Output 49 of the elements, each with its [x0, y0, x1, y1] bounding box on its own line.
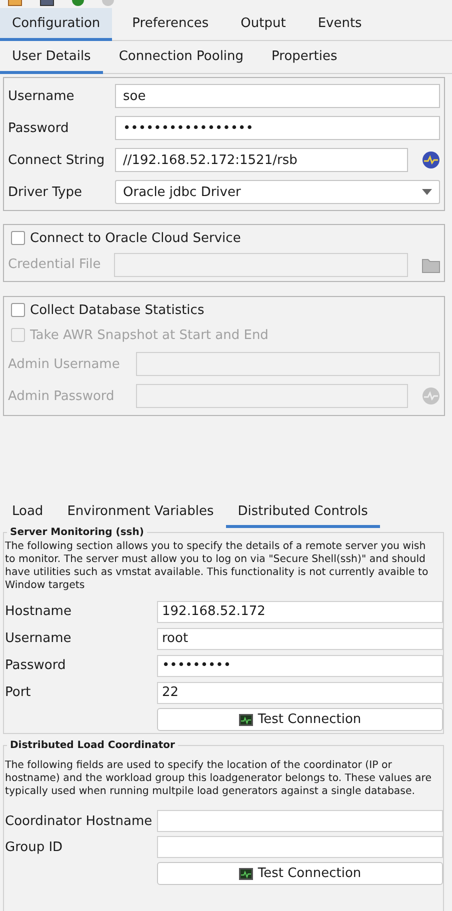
field-label: Password: [5, 658, 67, 673]
tab[interactable]: Configuration: [0, 8, 112, 41]
input-field[interactable]: •••••••••: [157, 654, 443, 676]
input-field[interactable]: •••••••••••••••••: [115, 116, 440, 140]
input-field[interactable]: 22: [157, 682, 443, 704]
input-field[interactable]: 192.168.52.172: [157, 600, 443, 622]
tab[interactable]: Properties: [260, 41, 350, 74]
field-label: Username: [8, 88, 76, 104]
tab[interactable]: Events: [306, 8, 374, 41]
checkbox-label: Connect to Oracle Cloud Service: [30, 230, 241, 246]
checkbox-label: Take AWR Snapshot at Start and End: [30, 328, 268, 342]
field-label: Credential File: [8, 257, 102, 272]
checkbox[interactable]: [11, 303, 25, 317]
field-label: Admin Password: [8, 388, 116, 404]
field-label: Hostname: [5, 604, 72, 619]
section-title: Distributed Load Coordinator: [9, 740, 176, 751]
section-title: Server Monitoring (ssh): [9, 527, 145, 538]
test-connection-button[interactable]: Test Connection: [157, 862, 443, 885]
field-label: Username: [5, 631, 72, 646]
monitor-icon: [238, 868, 253, 880]
field-label: Connect String: [8, 152, 106, 168]
description-text: The following section allows you to specify the details of a remote server you wish to monitor. The server must allow you to log on via "Secure Shell(ssh)" and should have utilities such as vmstat available. This functionality is not currently avaible to Window targets: [5, 540, 430, 592]
tab[interactable]: User Details: [0, 41, 103, 74]
input-field[interactable]: soe: [115, 84, 440, 108]
tab[interactable]: Output: [228, 8, 298, 41]
test-connection-button[interactable]: Test Connection: [157, 708, 443, 731]
folder-icon[interactable]: [422, 256, 440, 272]
pulse-icon[interactable]: [422, 151, 440, 169]
checkbox-label: Collect Database Statistics: [30, 302, 204, 318]
tab[interactable]: Load: [0, 497, 56, 528]
description-text: The following fields are used to specify the location of the coordinator (IP or hostname) and the workload group this loadgenerator belongs to. These values are typically used when running multpile load generators against a single database.: [5, 759, 432, 798]
input-field[interactable]: [157, 810, 443, 832]
field-label: Coordinator Hostname: [5, 814, 154, 828]
field-label: Password: [8, 120, 70, 136]
field-label: Port: [5, 685, 32, 700]
monitor-icon: [238, 714, 253, 726]
caret-icon: [422, 189, 432, 195]
tab[interactable]: Environment Variables: [55, 497, 226, 528]
driver-dropdown[interactable]: Oracle jdbc Driver: [115, 180, 440, 204]
tab[interactable]: Preferences: [120, 8, 221, 41]
field-label: Admin Username: [8, 356, 121, 372]
input-field[interactable]: //192.168.52.172:1521/rsb: [115, 148, 408, 172]
input-field[interactable]: root: [157, 628, 443, 650]
field-label: Driver Type: [8, 184, 83, 200]
input-field[interactable]: [157, 836, 443, 858]
checkbox[interactable]: [11, 231, 25, 245]
tab[interactable]: Distributed Controls: [226, 497, 380, 528]
field-label: Group ID: [5, 840, 64, 854]
tab[interactable]: Connection Pooling: [106, 41, 256, 74]
